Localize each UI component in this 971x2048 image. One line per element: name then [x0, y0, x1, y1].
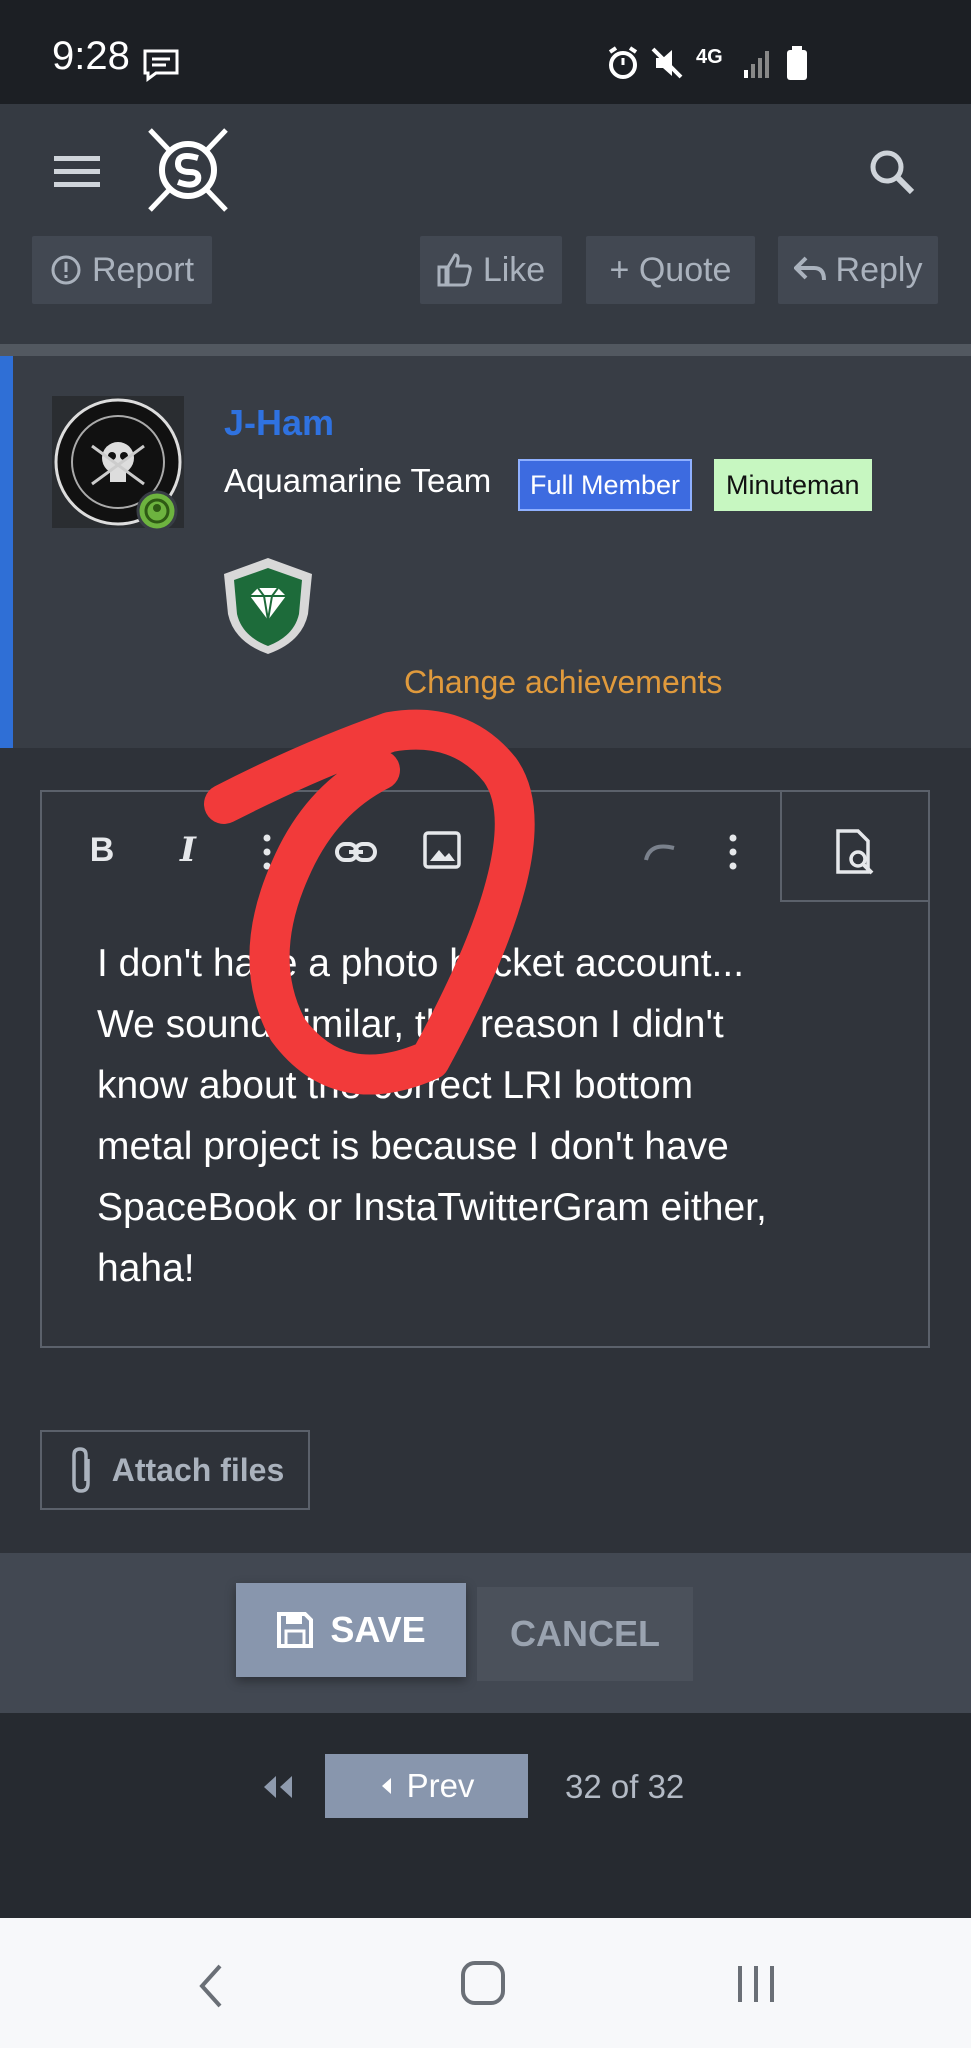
user-block-accent-bar [0, 356, 13, 748]
report-label: Report [91, 250, 195, 289]
first-page-icon[interactable] [258, 1762, 298, 1812]
message-icon [143, 49, 179, 82]
reply-icon [793, 256, 826, 281]
badge-minuteman: Minuteman [714, 459, 872, 511]
more-options-icon[interactable] [718, 832, 748, 872]
change-achievements-link[interactable]: Change achievements [404, 664, 722, 701]
save-button[interactable]: SAVE [236, 1583, 466, 1677]
quote-label: + Quote [609, 250, 732, 289]
username[interactable]: J-Ham [224, 402, 334, 444]
like-label: Like [482, 250, 546, 289]
prev-label: Prev [406, 1767, 475, 1804]
status-bar: 9:28 4G [0, 0, 971, 104]
prev-page-button[interactable]: Prev [325, 1754, 528, 1818]
app-bar [0, 104, 971, 234]
reply-label: Reply [835, 250, 923, 289]
report-button[interactable]: Report [32, 236, 212, 304]
hamburger-icon[interactable] [54, 154, 102, 190]
recents-icon[interactable] [734, 1964, 778, 2004]
page-count: 32 of 32 [565, 1768, 685, 1805]
bold-button[interactable]: B [74, 822, 130, 878]
attach-files-label: Attach files [111, 1451, 285, 1488]
cancel-label: CANCEL [510, 1613, 660, 1654]
paperclip-icon [72, 1447, 90, 1493]
back-icon[interactable] [196, 1962, 226, 2010]
save-label: SAVE [330, 1609, 426, 1650]
home-icon[interactable] [460, 1960, 506, 2006]
diamond-badge-icon [224, 558, 312, 654]
like-button[interactable]: Like [420, 236, 562, 304]
cancel-button[interactable]: CANCEL [477, 1587, 693, 1681]
system-nav-bar [0, 1918, 971, 2048]
badge-full-member: Full Member [518, 459, 693, 511]
chevron-left-icon [381, 1778, 391, 1794]
section-divider [0, 344, 971, 356]
site-logo[interactable] [144, 124, 232, 216]
mute-icon [651, 47, 683, 79]
preview-icon[interactable] [834, 828, 880, 876]
user-team: Aquamarine Team [224, 462, 492, 499]
attach-files-button[interactable]: Attach files [40, 1430, 310, 1510]
status-time: 9:28 [52, 34, 130, 78]
save-icon [277, 1612, 314, 1648]
search-icon[interactable] [868, 148, 916, 196]
quote-button[interactable]: + Quote [586, 236, 755, 304]
toolbar-separator [780, 900, 930, 902]
battery-icon [787, 46, 807, 80]
annotation-scribble [204, 709, 535, 1095]
alarm-icon [608, 46, 638, 79]
thumbs-up-icon [437, 253, 472, 287]
network-type: 4G [696, 46, 723, 68]
online-status-icon [136, 490, 178, 532]
signal-icon [744, 51, 769, 78]
reply-button[interactable]: Reply [778, 236, 938, 304]
alert-icon [51, 255, 81, 285]
toolbar-separator [780, 790, 782, 902]
